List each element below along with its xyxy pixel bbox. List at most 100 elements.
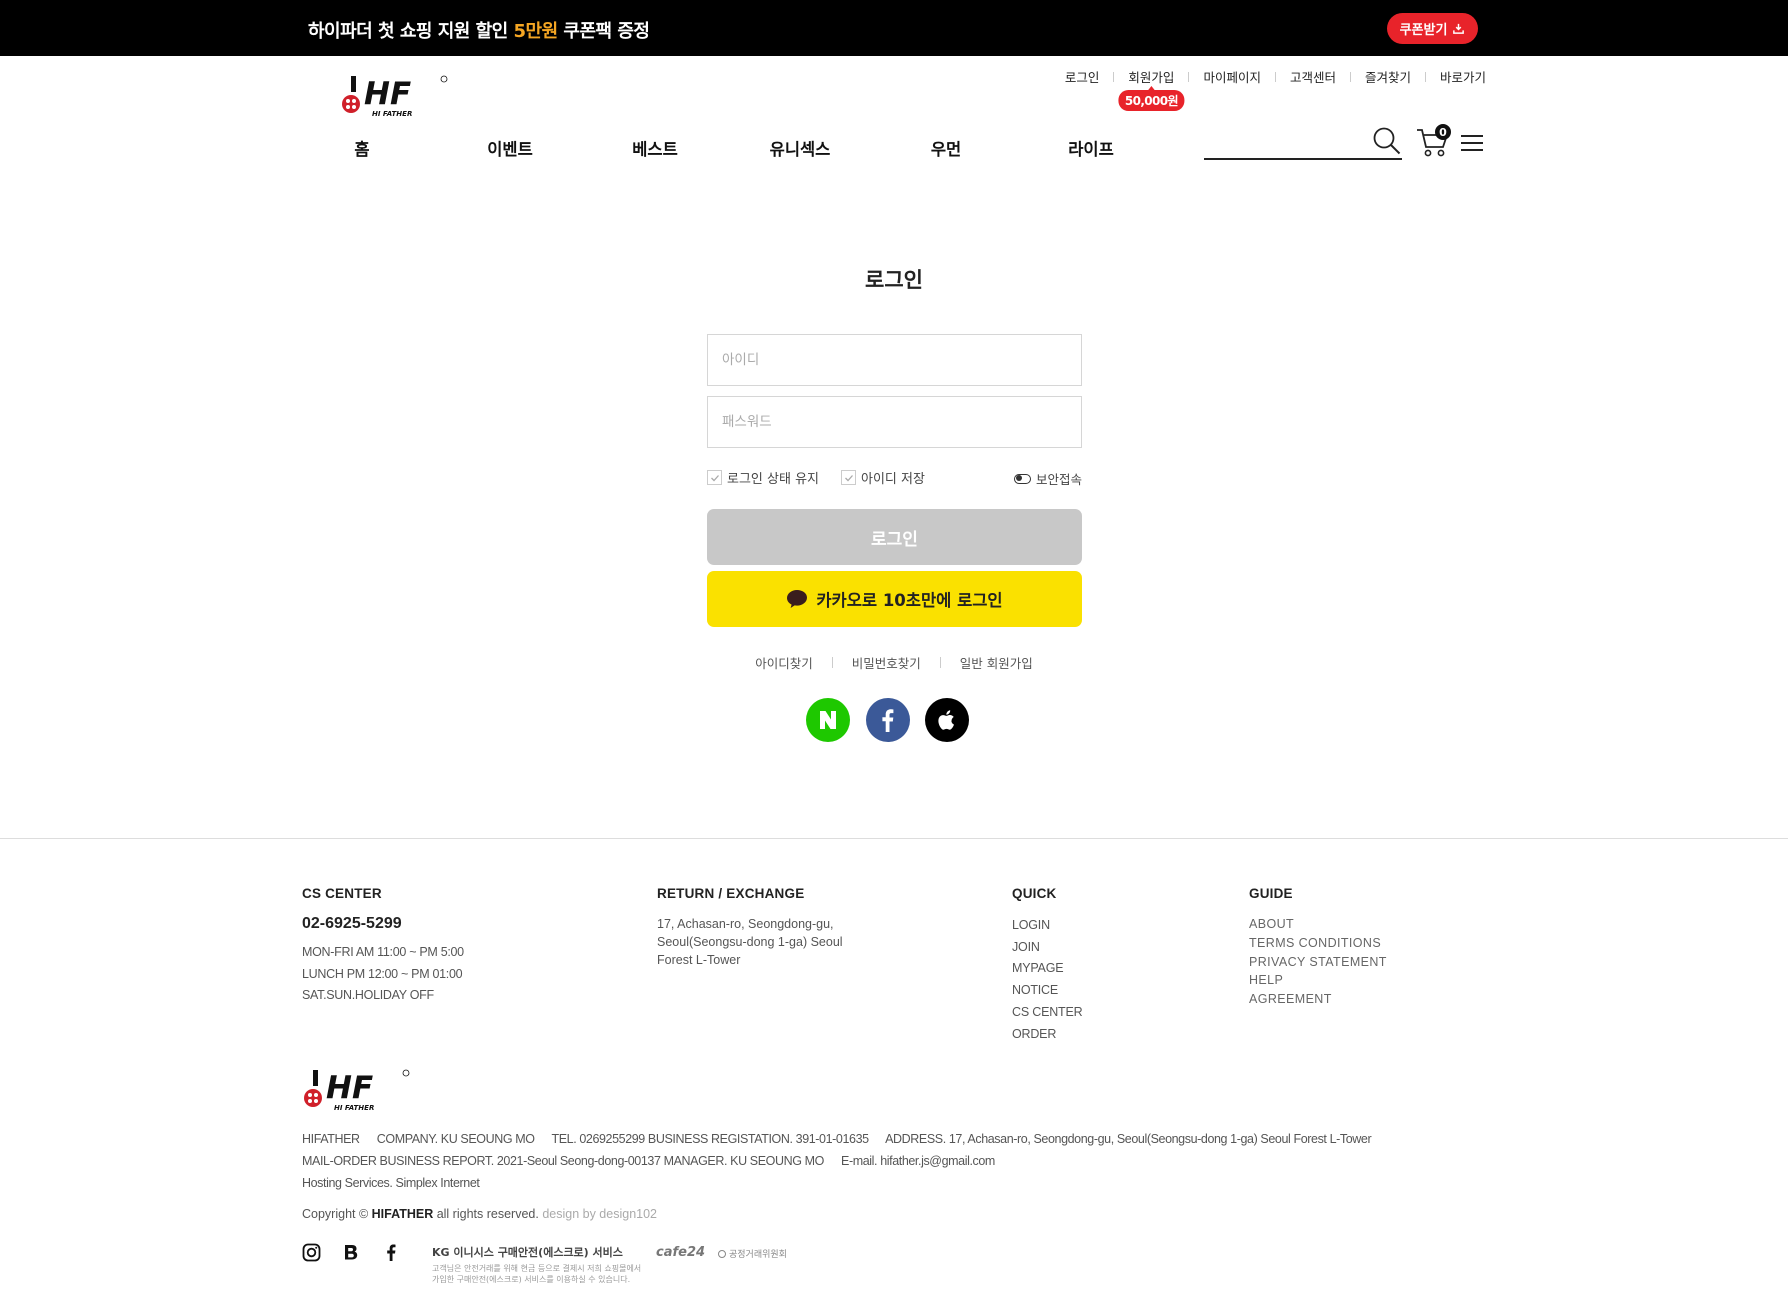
company-ceo: COMPANY. KU SEOUNG MO [376, 1132, 535, 1146]
footer-quick: QUICK LOGIN JOIN MYPAGE NOTICE CS CENTER… [1012, 886, 1083, 1046]
find-links: 아이디찾기 비밀번호찾기 일반 회원가입 [0, 653, 1788, 672]
guide-about-link[interactable]: ABOUT [1249, 915, 1387, 934]
copyright-prefix: Copyright © [302, 1207, 372, 1221]
keep-login-label: 로그인 상태 유지 [727, 472, 819, 487]
kg-escrow-badge: KG 이니시스 구매안전(에스크로) 서비스 고객님은 안전거래를 위해 현금 … [432, 1244, 642, 1285]
quick-mypage-link[interactable]: MYPAGE [1012, 958, 1082, 980]
secure-login-toggle[interactable]: 보안접속 [1013, 469, 1082, 488]
speech-bubble-icon [787, 590, 808, 608]
svg-text:HI FATHER: HI FATHER [372, 110, 412, 118]
footer-social-icons [302, 1243, 401, 1262]
util-join-label: 회원가입 [1128, 70, 1175, 85]
ftc-badge: 공정거래위원회 [718, 1247, 787, 1260]
guide-terms-link[interactable]: TERMS CONDITIONS [1249, 934, 1387, 953]
coupon-button-label: 쿠폰받기 [1399, 23, 1448, 38]
footer-cs-center: CS CENTER 02-6925-5299 MON-FRI AM 11:00 … [302, 886, 464, 1007]
hosting-info: Hosting Services. Simplex Internet [302, 1176, 480, 1190]
kakao-login-button[interactable]: 카카오로 10초만에 로그인 [707, 571, 1082, 627]
apple-login-button[interactable] [925, 698, 969, 742]
guide-help-link[interactable]: HELP [1249, 971, 1387, 990]
nav-women[interactable]: 우먼 [931, 136, 961, 160]
guide-privacy-link[interactable]: PRIVACY STATEMENT [1249, 953, 1387, 972]
cs-phone: 02-6925-5299 [302, 915, 402, 932]
find-id-link[interactable]: 아이디찾기 [736, 653, 832, 672]
find-password-link[interactable]: 비밀번호찾기 [833, 653, 940, 672]
login-button[interactable]: 로그인 [707, 509, 1082, 565]
util-bookmark-link[interactable]: 즐겨찾기 [1351, 67, 1425, 86]
password-input[interactable] [707, 396, 1082, 448]
ftc-icon [718, 1249, 726, 1258]
util-shortcut-link[interactable]: 바로가기 [1426, 67, 1486, 86]
check-icon [844, 474, 853, 481]
nav-unisex[interactable]: 유니섹스 [770, 136, 831, 160]
cs-lunch: LUNCH PM 12:00 ~ PM 01:00 [302, 966, 463, 981]
kakao-button-label: 카카오로 10초만에 로그인 [816, 591, 1003, 610]
page-title: 로그인 [865, 268, 923, 292]
id-input[interactable] [707, 334, 1082, 386]
util-login-link[interactable]: 로그인 [1051, 67, 1114, 86]
copyright: Copyright © HIFATHER all rights reserved… [302, 1207, 657, 1221]
quick-login-link[interactable]: LOGIN [1012, 915, 1082, 937]
quick-notice-link[interactable]: NOTICE [1012, 980, 1082, 1002]
footer-divider [0, 838, 1788, 839]
cs-center-title: CS CENTER [302, 886, 382, 901]
company-info-row: HIFATHER COMPANY. KU SEOUNG MO TEL. 0269… [302, 1128, 1385, 1150]
login-options: 로그인 상태 유지 아이디 저장 보안접속 [707, 468, 1082, 488]
coupon-button[interactable]: 쿠폰받기 [1387, 13, 1478, 44]
naver-login-button[interactable] [806, 698, 850, 742]
guide-agreement-link[interactable]: AGREEMENT [1249, 990, 1387, 1009]
company-address: ADDRESS. 17, Achasan-ro, Seongdong-gu, S… [885, 1132, 1372, 1146]
kg-escrow-title: KG 이니시스 구매안전(에스크로) 서비스 [432, 1246, 623, 1259]
facebook-login-button[interactable] [866, 698, 910, 742]
company-email: E-mail. hifather.js@gmail.com [841, 1154, 995, 1168]
save-id-checkbox[interactable]: 아이디 저장 [841, 468, 925, 487]
cs-hours: MON-FRI AM 11:00 ~ PM 5:00 [302, 945, 464, 959]
design-credit: design by design102 [542, 1207, 658, 1221]
banner-text-before: 하이파더 첫 쇼핑 지원 할인 [308, 21, 514, 42]
copyright-brand: HIFATHER [371, 1207, 434, 1221]
hamburger-menu-icon[interactable] [1461, 134, 1483, 152]
facebook-icon [882, 709, 894, 732]
svg-text:HF: HF [326, 1070, 373, 1106]
save-id-label: 아이디 저장 [861, 472, 925, 487]
util-join-link[interactable]: 회원가입 50,000원 [1114, 67, 1188, 111]
nav-event[interactable]: 이벤트 [487, 136, 533, 160]
quick-cs-link[interactable]: CS CENTER [1012, 1002, 1083, 1024]
nav-best[interactable]: 베스트 [632, 136, 678, 160]
company-info: HIFATHER COMPANY. KU SEOUNG MO TEL. 0269… [302, 1128, 1385, 1194]
utility-nav: 로그인 회원가입 50,000원 마이페이지 고객센터 즐겨찾기 바로가기 [1051, 67, 1486, 111]
quick-join-link[interactable]: JOIN [1012, 937, 1082, 959]
return-title: RETURN / EXCHANGE [657, 886, 805, 901]
instagram-icon[interactable] [302, 1243, 321, 1262]
kg-escrow-desc: 고객님은 안전거래를 위해 현금 등으로 결제시 저희 쇼핑몰에서 가입한 구매… [432, 1264, 642, 1284]
nav-life[interactable]: 라이프 [1068, 136, 1114, 160]
brand-logo[interactable]: HF HI FATHER [340, 74, 452, 120]
search-input[interactable] [1204, 128, 1364, 154]
toggle-icon [1013, 473, 1031, 484]
blog-icon[interactable] [342, 1243, 361, 1262]
svg-text:HI FATHER: HI FATHER [334, 1104, 374, 1112]
nav-home[interactable]: 홈 [354, 136, 369, 160]
search-box [1204, 124, 1402, 160]
return-address: 17, Achasan-ro, Seongdong-gu, Seoul(Seon… [657, 917, 843, 967]
apple-icon [938, 710, 954, 730]
quick-order-link[interactable]: ORDER [1012, 1024, 1082, 1046]
mail-order-report: MAIL-ORDER BUSINESS REPORT. 2021-Seoul S… [302, 1154, 824, 1168]
banner-text: 하이파더 첫 쇼핑 지원 할인 5만원 쿠폰팩 증정 [308, 17, 650, 43]
keep-login-checkbox[interactable]: 로그인 상태 유지 [707, 468, 819, 487]
svg-text:HF: HF [364, 76, 411, 112]
facebook-icon[interactable] [382, 1243, 401, 1262]
signup-link[interactable]: 일반 회원가입 [941, 653, 1052, 672]
join-bonus-badge: 50,000원 [1118, 90, 1184, 111]
search-icon[interactable] [1372, 126, 1402, 156]
footer-logo: HF HI FATHER [304, 1069, 410, 1112]
company-info-row: MAIL-ORDER BUSINESS REPORT. 2021-Seoul S… [302, 1150, 1385, 1172]
cs-holiday: SAT.SUN.HOLIDAY OFF [302, 988, 434, 1002]
util-mypage-link[interactable]: 마이페이지 [1189, 67, 1275, 86]
util-cs-link[interactable]: 고객센터 [1276, 67, 1350, 86]
company-tel: TEL. 0269255299 BUSINESS REGISTATION. 39… [551, 1132, 869, 1146]
top-banner: 하이파더 첫 쇼핑 지원 할인 5만원 쿠폰팩 증정 쿠폰받기 [0, 0, 1788, 56]
banner-text-after: 쿠폰팩 증정 [557, 21, 650, 42]
footer-return: RETURN / EXCHANGE 17, Achasan-ro, Seongd… [657, 886, 857, 969]
guide-title: GUIDE [1249, 886, 1293, 901]
